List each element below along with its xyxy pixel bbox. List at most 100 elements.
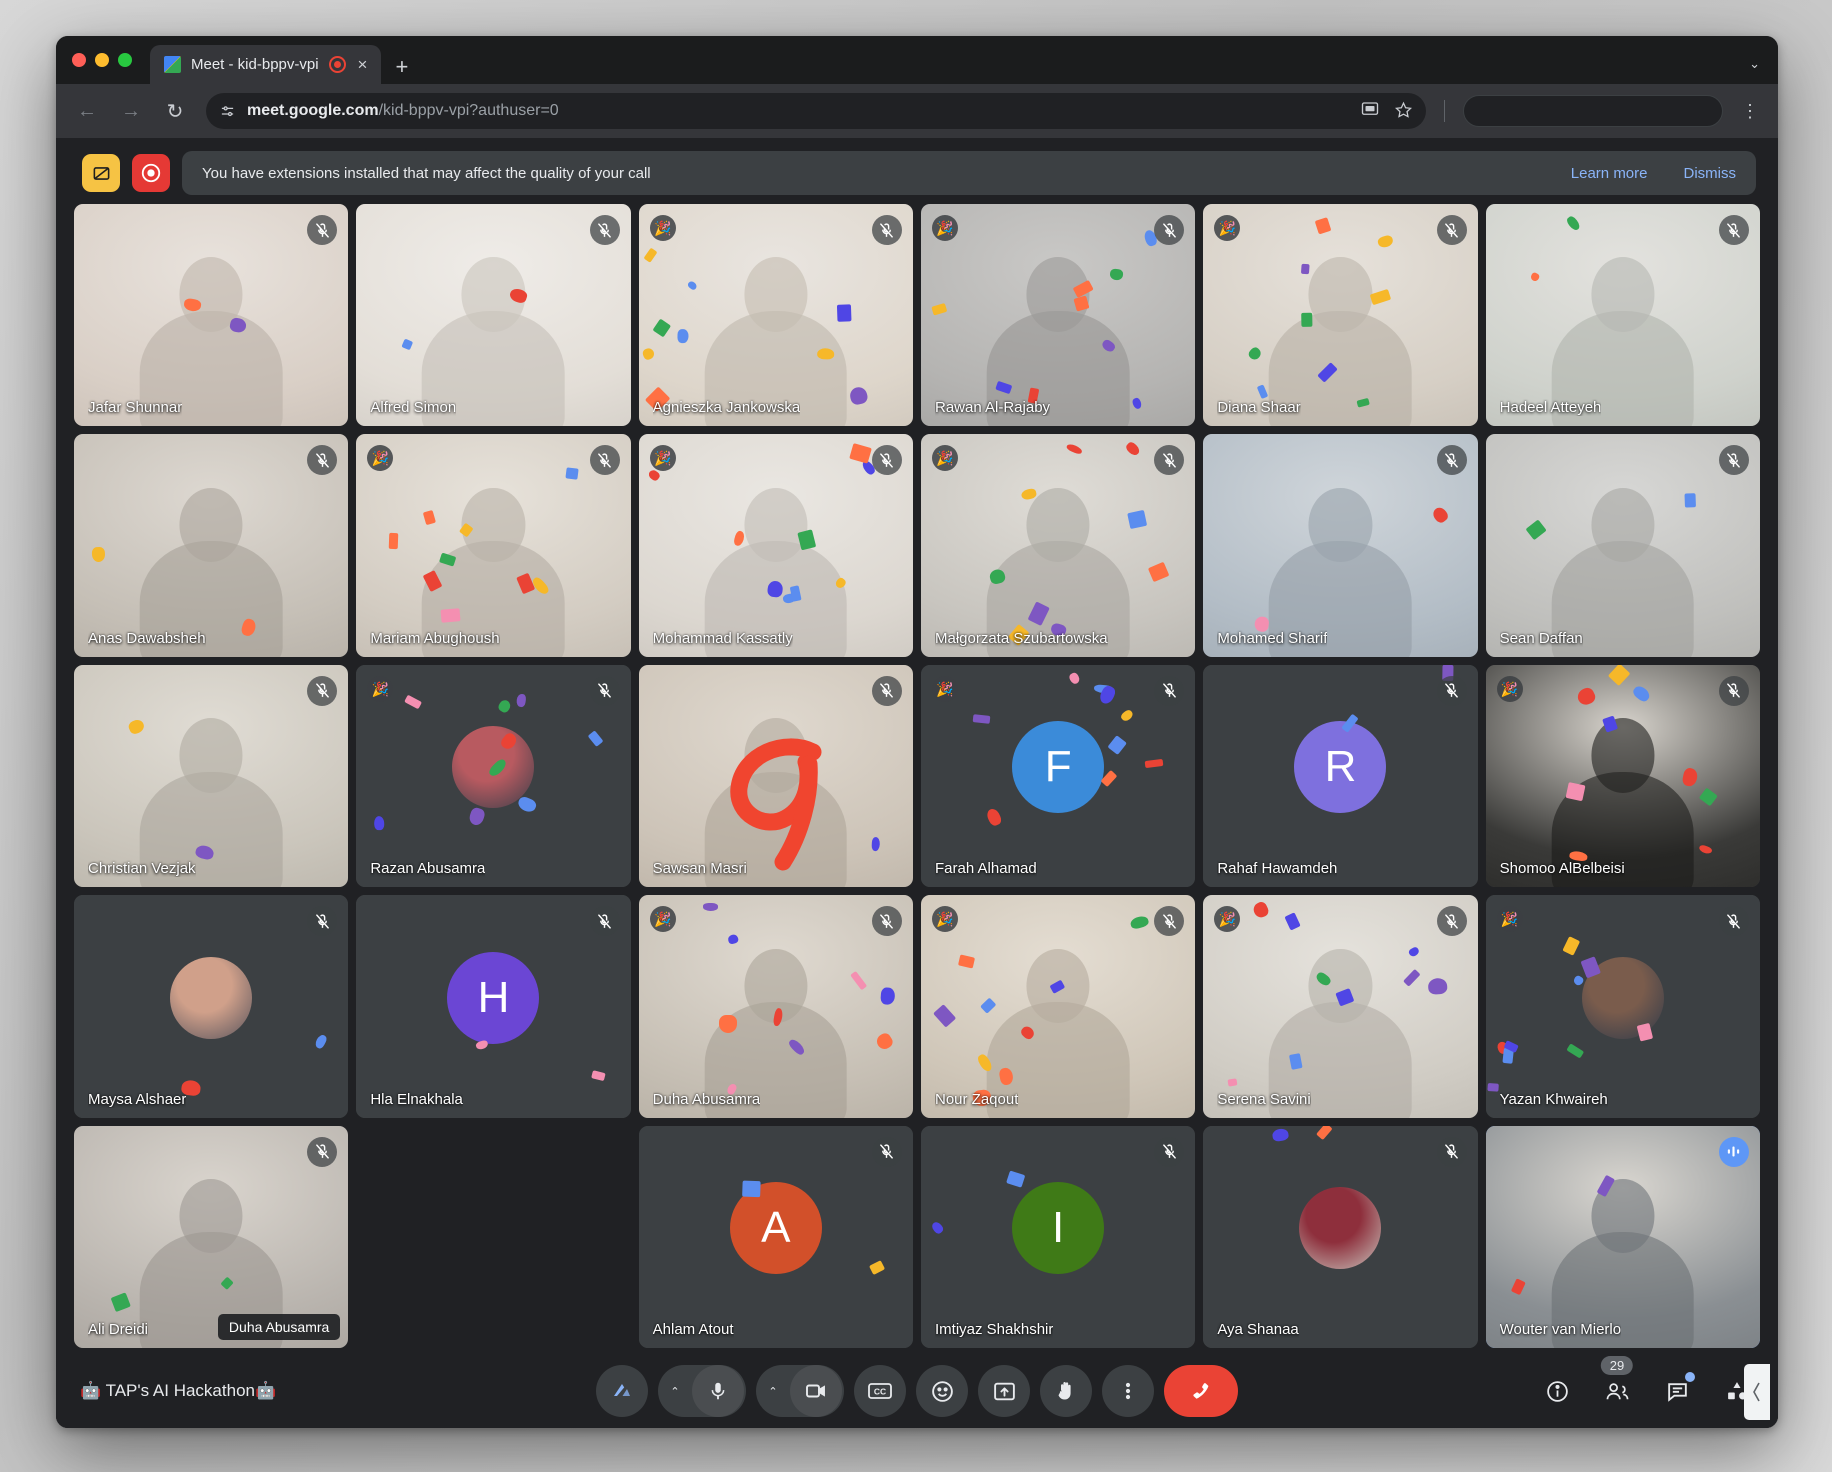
participant-name: Aya Shanaa [1217, 1321, 1299, 1339]
back-button[interactable]: ← [74, 100, 100, 123]
activities-button[interactable] [1720, 1364, 1770, 1420]
leave-call-button[interactable] [1164, 1365, 1238, 1417]
participant-tile[interactable]: 🎉 Shomoo AlBelbeisi [1485, 664, 1760, 888]
participant-tile[interactable]: Mohamed Sharif [1203, 434, 1478, 657]
participant-name: Imtiyaz Shakhshir [934, 1321, 1054, 1339]
microphone-options-caret[interactable]: ⌃ [658, 1365, 692, 1417]
confetti-particle [1487, 1082, 1500, 1092]
present-now-button[interactable] [978, 1365, 1030, 1417]
recording-indicator-icon[interactable] [328, 56, 346, 73]
camera-options-caret[interactable]: ⌃ [756, 1365, 790, 1417]
participant-video-feed [74, 204, 349, 427]
host-tools-button[interactable] [596, 1365, 648, 1417]
microphone-muted-icon [1154, 675, 1185, 706]
close-tab-button[interactable]: × [356, 56, 370, 73]
confetti-particle [564, 467, 579, 480]
tune-icon[interactable] [220, 104, 235, 119]
chat-button[interactable] [1660, 1372, 1695, 1408]
browser-tab[interactable]: Meet - kid-bppv-vpi × [150, 45, 382, 84]
microphone-button[interactable]: ⌃ [658, 1365, 746, 1417]
participant-tile[interactable]: Ali Dreidi Duha Abusamra [74, 1125, 349, 1349]
participant-name: Farah Alhamad [934, 860, 1037, 878]
reload-button[interactable]: ↻ [162, 99, 188, 124]
minimize-window-button[interactable] [95, 53, 109, 67]
participant-tile[interactable]: 🎉 Duha Abusamra [638, 895, 913, 1118]
microphone-muted-icon [589, 906, 620, 937]
forward-button[interactable]: → [118, 100, 144, 123]
confetti-particle [440, 608, 461, 623]
participant-tile[interactable]: 🎉 Diana Shaar [1203, 204, 1478, 427]
participant-tile[interactable]: H Hla Elnakhala [356, 895, 631, 1118]
participant-tile[interactable]: R Rahaf Hawamdeh [1203, 664, 1478, 888]
participant-grid-row: Jafar Shunnar Alfred Simon 🎉 Agnieszka Jank… [74, 204, 1760, 427]
star-icon[interactable] [1394, 101, 1413, 122]
participant-tile[interactable]: Sawsan Masri [638, 664, 913, 888]
raise-hand-button[interactable] [1040, 1365, 1092, 1417]
participant-name: Małgorzata Szubartowska [934, 629, 1108, 647]
participant-name: Hla Elnakhala [370, 1090, 463, 1108]
camera-button[interactable]: ⌃ [756, 1365, 844, 1417]
participant-tile[interactable]: Jafar Shunnar [74, 204, 349, 427]
cast-icon[interactable] [1361, 101, 1379, 121]
participant-name: Alfred Simon [370, 399, 457, 417]
participant-tile[interactable]: Sean Daffan [1485, 434, 1760, 657]
participant-tile[interactable]: 🎉 Mohammad Kassatly [638, 434, 913, 657]
address-bar[interactable]: meet.google.com/kid-bppv-vpi?authuser=0 [206, 93, 1426, 129]
dismiss-button[interactable]: Dismiss [1684, 165, 1737, 182]
chat-unread-dot [1685, 1372, 1695, 1382]
banner-message: You have extensions installed that may a… [202, 164, 651, 182]
profile-chip[interactable] [1463, 95, 1723, 127]
learn-more-link[interactable]: Learn more [1571, 165, 1648, 182]
window-traffic-lights[interactable] [72, 36, 150, 84]
more-options-button[interactable] [1102, 1365, 1154, 1417]
microphone-muted-icon [871, 1136, 902, 1167]
maximize-window-button[interactable] [118, 53, 132, 67]
participant-count-badge: 29 [1600, 1356, 1634, 1375]
participant-tile[interactable]: Maysa Alshaer [74, 895, 349, 1118]
participant-tile[interactable]: Alfred Simon [356, 204, 631, 427]
participant-tile[interactable]: Christian Vezjak [74, 664, 349, 888]
participant-video-feed [1485, 434, 1760, 657]
confetti-particle [388, 532, 399, 549]
participant-tile[interactable]: 🎉 Małgorzata Szubartowska [920, 434, 1196, 657]
blocked-extension-icon[interactable] [82, 154, 120, 192]
participant-tile[interactable]: Aya Shanaa [1203, 1125, 1478, 1349]
participant-tile[interactable]: F 🎉 Farah Alhamad [920, 664, 1196, 888]
participant-name: Rahaf Hawamdeh [1217, 860, 1338, 878]
participant-tile[interactable]: A Ahlam Atout [638, 1125, 913, 1349]
participant-name: Ali Dreidi [88, 1321, 149, 1339]
participant-avatar-initial: R [1294, 721, 1387, 814]
reactions-button[interactable] [916, 1365, 968, 1417]
address-bar-url: meet.google.com/kid-bppv-vpi?authuser=0 [247, 102, 559, 119]
recorder-extension-icon[interactable] [132, 154, 170, 192]
participant-tile[interactable]: 🎉 Rawan Al-Rajaby [920, 204, 1196, 427]
participant-head [744, 257, 808, 332]
people-button[interactable]: 29 [1600, 1356, 1634, 1408]
participant-tile[interactable]: 🎉 Agnieszka Jankowska [638, 204, 913, 427]
microphone-icon[interactable] [692, 1365, 744, 1417]
video-camera-icon[interactable] [790, 1365, 842, 1417]
avatar [1299, 1186, 1382, 1269]
participant-head [744, 487, 808, 563]
participant-tile[interactable]: Anas Dawabsheh [74, 434, 349, 657]
captions-button[interactable]: CC [854, 1365, 906, 1417]
participant-tile[interactable]: 🎉 Mariam Abughoush [356, 434, 631, 657]
meeting-toolbar: 🤖 TAP's AI Hackathon🤖 ⌃ ⌃ CC 29 [56, 1354, 1778, 1428]
new-tab-button[interactable]: + [395, 56, 408, 78]
participant-tile[interactable]: 🎉 Yazan Khwaireh [1485, 895, 1760, 1118]
extension-warning-row: You have extensions installed that may a… [56, 138, 1778, 204]
participant-avatar-initial: H [447, 951, 540, 1044]
participant-tile[interactable]: 🎉 Razan Abusamra [356, 664, 631, 888]
participant-tile[interactable]: I Imtiyaz Shakhshir [920, 1125, 1196, 1349]
participant-tile[interactable]: Wouter van Mierlo [1485, 1125, 1760, 1349]
meeting-details-button[interactable] [1540, 1374, 1574, 1408]
close-window-button[interactable] [72, 53, 86, 67]
participant-tile[interactable]: Hadeel Atteyeh [1485, 204, 1760, 427]
chevron-down-icon[interactable]: ⌄ [1749, 56, 1760, 72]
participant-tile[interactable]: 🎉 Serena Savini [1203, 895, 1478, 1118]
participant-name: Mariam Abughoush [370, 629, 500, 647]
side-panel-handle[interactable] [1744, 1364, 1770, 1420]
kebab-menu-icon[interactable]: ⋮ [1741, 101, 1760, 122]
participant-tile[interactable]: 🎉 Nour Zaqout [920, 895, 1196, 1118]
meeting-right-controls: 29 [1540, 1356, 1770, 1420]
